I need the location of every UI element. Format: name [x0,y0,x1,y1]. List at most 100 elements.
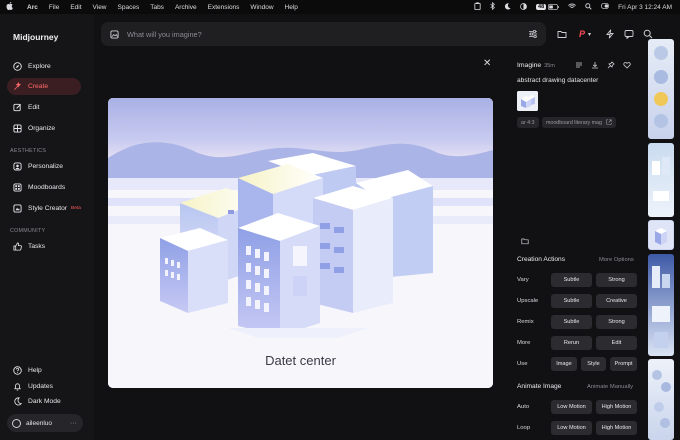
edit-button[interactable]: Edit [596,336,637,350]
edit-icon [13,103,22,112]
app-logo[interactable]: Midjourney [13,32,58,42]
grid-icon [13,124,22,133]
auto-high-motion-button[interactable]: High Motion [596,400,637,414]
siri-toggle-icon[interactable] [601,3,610,11]
vary-subtle-button[interactable]: Subtle [551,273,592,287]
vary-strong-button[interactable]: Strong [596,273,637,287]
sidebar-item-label: Explore [28,63,51,70]
row-label-remix: Remix [517,319,534,325]
sidebar-item-organize[interactable]: Organize [7,120,81,137]
folder-icon[interactable] [521,237,529,245]
prompt-text[interactable]: abstract drawing datacenter [517,77,598,84]
row-label-use: Use [517,361,528,367]
menu-file[interactable]: File [49,4,59,11]
pin-icon[interactable] [606,60,616,70]
personalize-icon [13,162,22,171]
profile-dropdown[interactable]: P ▾ [579,26,591,42]
bluetooth-icon[interactable] [490,1,495,12]
history-thumbnail[interactable] [648,254,674,356]
auto-low-motion-button[interactable]: Low Motion [551,400,592,414]
row-label-upscale: Upscale [517,298,539,304]
sidebar-item-personalize[interactable]: Personalize [7,158,81,175]
menu-view[interactable]: View [93,4,107,11]
loop-high-motion-button[interactable]: High Motion [596,421,637,435]
menu-lines-icon[interactable] [574,60,584,70]
sidebar-item-label: Tasks [28,243,46,250]
thumbs-up-icon [13,242,22,251]
generated-image[interactable]: Datet center [108,98,493,388]
user-account[interactable]: aileenluo ··· [7,414,83,432]
settings-sliders-icon[interactable] [528,29,538,39]
history-thumbnail-selected[interactable] [648,220,674,250]
image-history-strip [648,39,674,440]
more-options-link[interactable]: More Options [599,257,634,263]
sidebar-item-label: Help [28,367,42,374]
sidebar-item-label: Personalize [28,163,63,170]
help-icon [13,366,22,375]
history-thumbnail[interactable] [648,359,674,440]
upscale-creative-button[interactable]: Creative [596,294,637,308]
use-image-button[interactable]: Image [551,357,577,371]
apple-icon[interactable] [6,2,16,12]
param-tag-aspect[interactable]: ar 4:3 [517,117,539,128]
profile-p-icon[interactable]: P [579,29,585,39]
menu-help[interactable]: Help [285,4,298,11]
chat-icon[interactable] [621,26,637,42]
menu-archive[interactable]: Archive [175,4,197,11]
add-image-icon[interactable] [110,29,119,39]
moon-icon [13,397,22,406]
sidebar-item-style-creator[interactable]: Style Creator Beta [7,200,81,217]
job-title: Imagine 35m [517,62,555,69]
search-input[interactable]: What will you imagine? [127,30,202,39]
chevron-down-icon[interactable]: ▾ [588,31,591,38]
job-time: 35m [544,63,555,69]
more-dots-icon[interactable]: ··· [70,420,77,427]
sidebar-item-edit[interactable]: Edit [7,99,81,116]
close-icon[interactable]: ✕ [483,58,491,69]
history-thumbnail[interactable] [648,143,674,217]
sidebar-item-label: Organize [28,125,56,132]
menu-edit[interactable]: Edit [70,4,81,11]
sidebar-item-label: Style Creator [28,205,68,212]
folder-icon[interactable] [554,26,570,42]
battery-status[interactable]: 48 [536,4,559,10]
wifi-icon[interactable] [568,3,576,11]
avatar [12,418,21,428]
spotlight-search-icon[interactable] [585,2,592,12]
image-caption: Datet center [265,353,336,368]
use-style-button[interactable]: Style [581,357,606,371]
sidebar-item-help[interactable]: Help [7,362,81,379]
heart-icon[interactable] [622,60,632,70]
clipboard-icon[interactable] [474,2,481,12]
loop-low-motion-button[interactable]: Low Motion [551,421,592,435]
sidebar-item-create[interactable]: Create [7,78,81,95]
rerun-button[interactable]: Rerun [551,336,592,350]
menu-tabs[interactable]: Tabs [150,4,164,11]
param-tag-moodboard[interactable]: moodboard literary mag [542,117,616,128]
battery-percent: 48 [536,4,547,10]
clock-datetime[interactable]: Fri Apr 3 12:24 AM [618,4,672,11]
menu-spaces[interactable]: Spaces [118,4,140,11]
focus-moon-icon[interactable] [504,2,511,12]
prompt-bar[interactable]: What will you imagine? [101,22,546,46]
sidebar-item-moodboards[interactable]: Moodboards [7,179,81,196]
bell-icon [13,382,22,391]
animate-image-heading: Animate Image [517,383,562,390]
prompt-thumbnail[interactable] [517,91,538,111]
sidebar-item-explore[interactable]: Explore [7,58,81,75]
remix-subtle-button[interactable]: Subtle [551,315,592,329]
lightning-icon[interactable] [602,26,618,42]
menu-window[interactable]: Window [250,4,273,11]
upscale-subtle-button[interactable]: Subtle [551,294,592,308]
remix-strong-button[interactable]: Strong [596,315,637,329]
control-center-icon[interactable] [520,2,527,12]
sidebar-item-tasks[interactable]: Tasks [7,238,81,255]
animate-manually-link[interactable]: Animate Manually [587,384,633,390]
menu-extensions[interactable]: Extensions [208,4,240,11]
menu-app-name[interactable]: Arc [27,4,38,11]
history-thumbnail[interactable] [648,39,674,139]
sidebar-item-dark-mode[interactable]: Dark Mode [7,393,81,410]
datacenter-illustration [108,98,493,388]
download-icon[interactable] [590,60,600,70]
use-prompt-button[interactable]: Prompt [610,357,637,371]
